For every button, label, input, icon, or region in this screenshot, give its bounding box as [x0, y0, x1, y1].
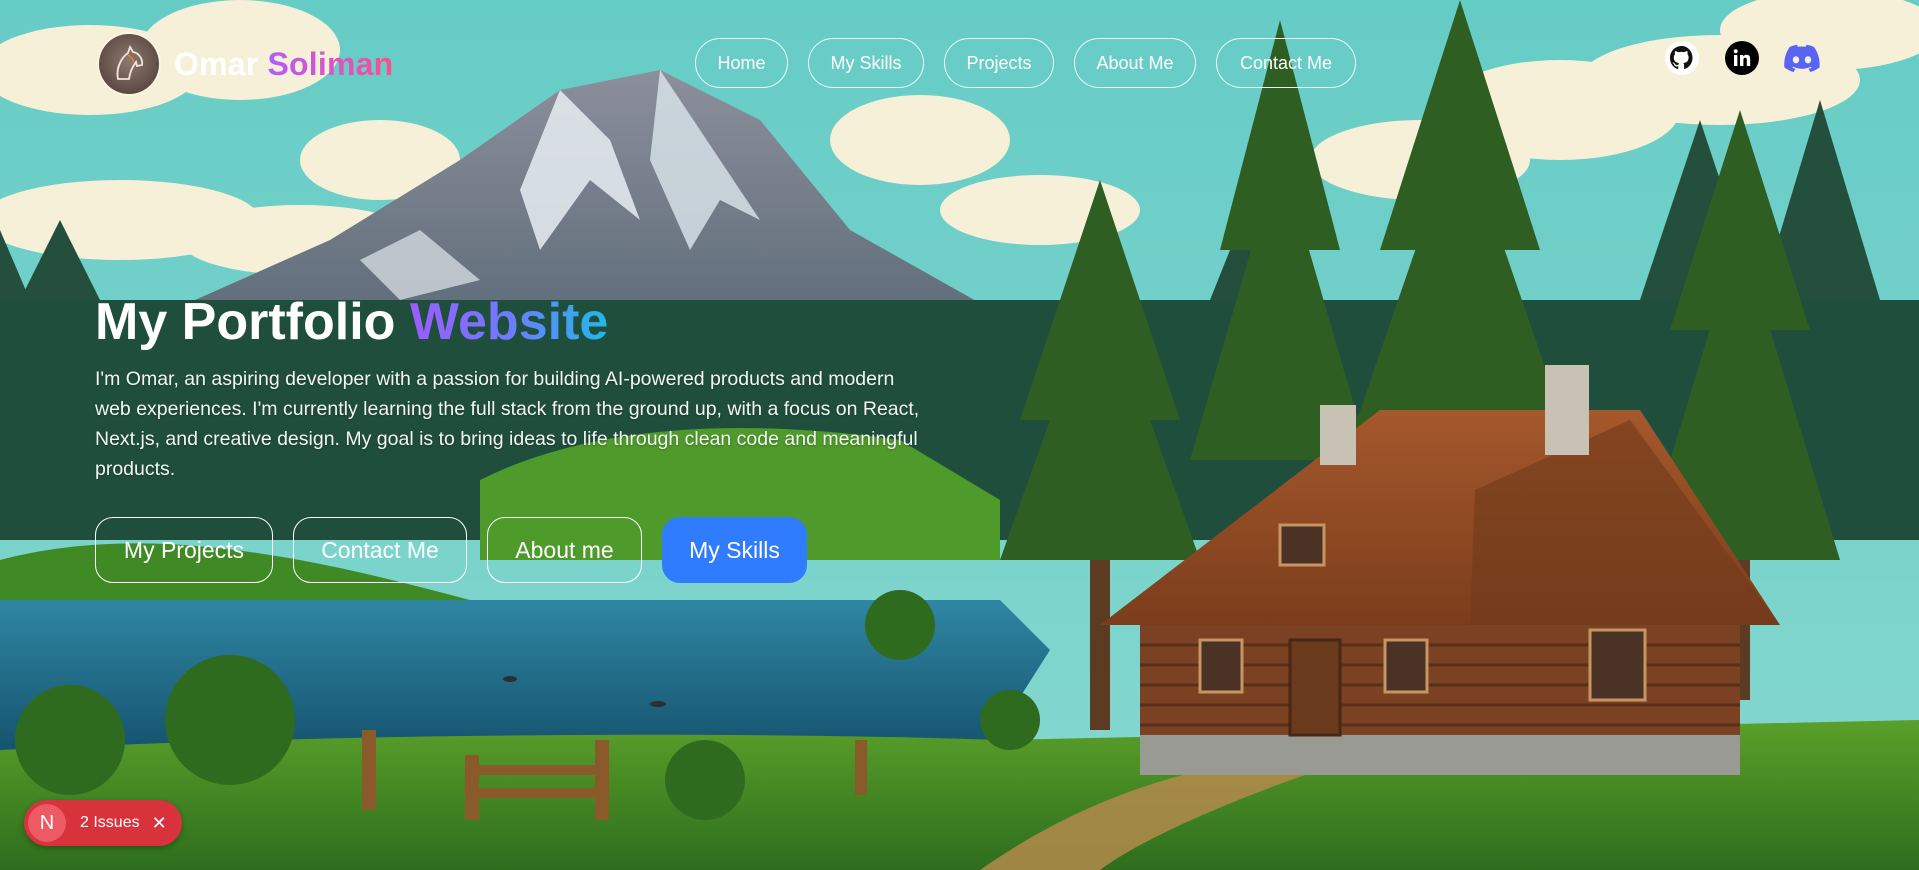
nav-contact-me-link[interactable]: Contact Me: [1216, 38, 1356, 88]
hero-title: My Portfolio Website: [95, 290, 995, 354]
hero-title-main: My Portfolio: [95, 293, 396, 351]
brand[interactable]: Omar Soliman: [99, 34, 393, 94]
brand-last-name: Soliman: [267, 45, 394, 82]
nav-about-me-link[interactable]: About Me: [1074, 38, 1196, 88]
hero-description: I'm Omar, an aspiring developer with a p…: [95, 368, 920, 480]
contact-me-button[interactable]: Contact Me: [293, 517, 467, 583]
hero-buttons: My Projects Contact Me About me My Skill…: [95, 517, 827, 583]
dev-issues-badge[interactable]: N 2 Issues ✕: [24, 800, 182, 846]
linkedin-icon[interactable]: [1724, 40, 1760, 76]
nav-projects-link[interactable]: Projects: [944, 38, 1054, 88]
social-links: [1640, 40, 1820, 76]
hero-section: My Portfolio Website I'm Omar, an aspiri…: [95, 290, 995, 484]
nav-home-link[interactable]: Home: [695, 38, 788, 88]
nav-links: Home My Skills Projects About Me Contact…: [695, 38, 1376, 88]
navbar: Omar Soliman Home My Skills Projects Abo…: [0, 0, 1919, 130]
discord-icon[interactable]: [1784, 40, 1820, 76]
github-icon[interactable]: [1664, 40, 1700, 76]
brand-first-name: Omar: [174, 45, 259, 82]
nextjs-logo-icon: N: [28, 804, 66, 842]
brand-name: Omar Soliman: [174, 46, 393, 83]
close-icon[interactable]: ✕: [152, 813, 167, 834]
hero-title-accent: Website: [409, 293, 609, 351]
nav-my-skills-link[interactable]: My Skills: [808, 38, 924, 88]
horse-avatar-icon: [99, 34, 159, 94]
my-skills-button[interactable]: My Skills: [662, 517, 807, 583]
about-me-button[interactable]: About me: [487, 517, 642, 583]
issues-count-label[interactable]: 2 Issues: [80, 814, 140, 832]
my-projects-button[interactable]: My Projects: [95, 517, 273, 583]
